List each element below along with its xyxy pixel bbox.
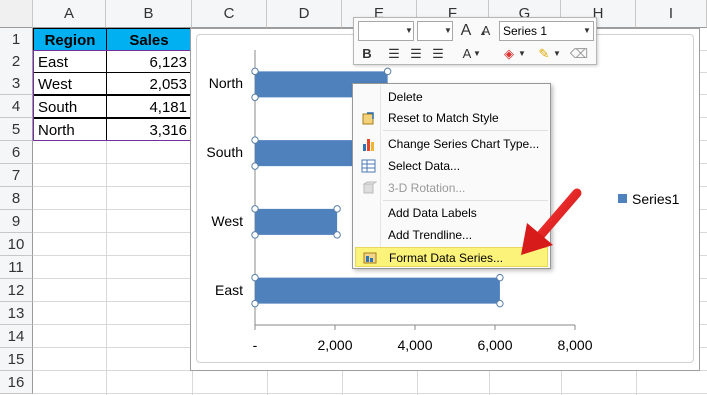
mini-toolbar: ▼ ▼ A ▲ A Series 1 ▼ B ☰ ☰ ☰ A ▼ ◈ ▼ ✎ ▼… (353, 17, 597, 65)
font-size-dropdown-icon[interactable]: ▼ (443, 21, 453, 41)
legend-label[interactable]: Series1 (632, 191, 679, 207)
menu-item-select-data[interactable]: Select Data... (355, 156, 548, 176)
outline-dropdown-icon[interactable]: ▼ (552, 44, 562, 64)
reset-style-icon (362, 112, 374, 125)
menu-item-label: 3-D Rotation... (388, 181, 466, 195)
selection-handle[interactable] (251, 299, 259, 308)
font-color-dropdown-icon[interactable]: ▼ (472, 44, 482, 64)
menu-item-label: Select Data... (388, 159, 461, 173)
selection-handle[interactable] (383, 67, 392, 76)
y-category-label: East (214, 281, 243, 298)
bar-west[interactable] (255, 208, 338, 235)
selection-handle[interactable] (496, 299, 504, 308)
selection-handle[interactable] (251, 231, 259, 239)
align-left-icon[interactable]: ☰ (384, 44, 404, 64)
x-tick-label: 6,000 (477, 337, 513, 353)
menu-item-label: Format Data Series... (389, 251, 504, 265)
selection-handle[interactable] (251, 136, 259, 144)
y-category-label: South (206, 144, 243, 161)
format-series-icon (363, 252, 377, 264)
menu-item-change-chart-type[interactable]: Change Series Chart Type... (355, 134, 548, 154)
selection-handle[interactable] (251, 67, 259, 76)
selection-handle[interactable] (251, 273, 259, 282)
selection-handle[interactable] (251, 162, 259, 170)
chart-type-icon (363, 139, 374, 151)
menu-item-label: Add Trendline... (388, 228, 473, 242)
x-tick-label: 8,000 (557, 337, 593, 353)
selection-handle[interactable] (251, 205, 259, 213)
menu-item-label: Reset to Match Style (388, 111, 499, 125)
y-category-label: West (211, 212, 243, 229)
red-arrow-annotation (521, 188, 582, 255)
x-tick-label: 4,000 (397, 337, 433, 353)
selection-handle[interactable] (333, 231, 341, 239)
series-dropdown-icon[interactable]: ▼ (582, 21, 592, 41)
legend-swatch (618, 194, 627, 203)
y-category-label: North (208, 75, 243, 92)
select-data-icon (361, 159, 376, 173)
shrink-font-button[interactable]: A (476, 21, 496, 41)
menu-separator (383, 130, 548, 131)
fill-dropdown-icon[interactable]: ▼ (517, 44, 527, 64)
align-center-icon[interactable]: ☰ (406, 44, 426, 64)
font-name-dropdown-icon[interactable]: ▼ (404, 21, 414, 41)
selection-handle[interactable] (251, 93, 259, 102)
align-right-icon[interactable]: ☰ (428, 44, 448, 64)
format-painter-icon[interactable]: ⌫ (569, 44, 589, 64)
selection-handle[interactable] (496, 273, 504, 282)
outline-pen-icon[interactable]: ✎ (534, 44, 554, 64)
menu-item-delete[interactable]: Delete (355, 87, 548, 107)
x-tick-label: - (252, 337, 258, 353)
bar-east[interactable] (255, 277, 500, 304)
bold-button[interactable]: B (357, 44, 377, 64)
x-tick-label: 2,000 (317, 337, 353, 353)
menu-item-label: Change Series Chart Type... (388, 137, 540, 151)
series-select[interactable]: Series 1 (499, 21, 594, 41)
3d-rotation-icon (362, 181, 377, 194)
menu-item-label: Add Data Labels (388, 206, 477, 220)
menu-item-reset-style[interactable]: Reset to Match Style (355, 108, 548, 128)
selection-handle[interactable] (333, 205, 341, 213)
menu-item-label: Delete (388, 90, 423, 104)
fill-bucket-icon[interactable]: ◈ (499, 44, 519, 64)
